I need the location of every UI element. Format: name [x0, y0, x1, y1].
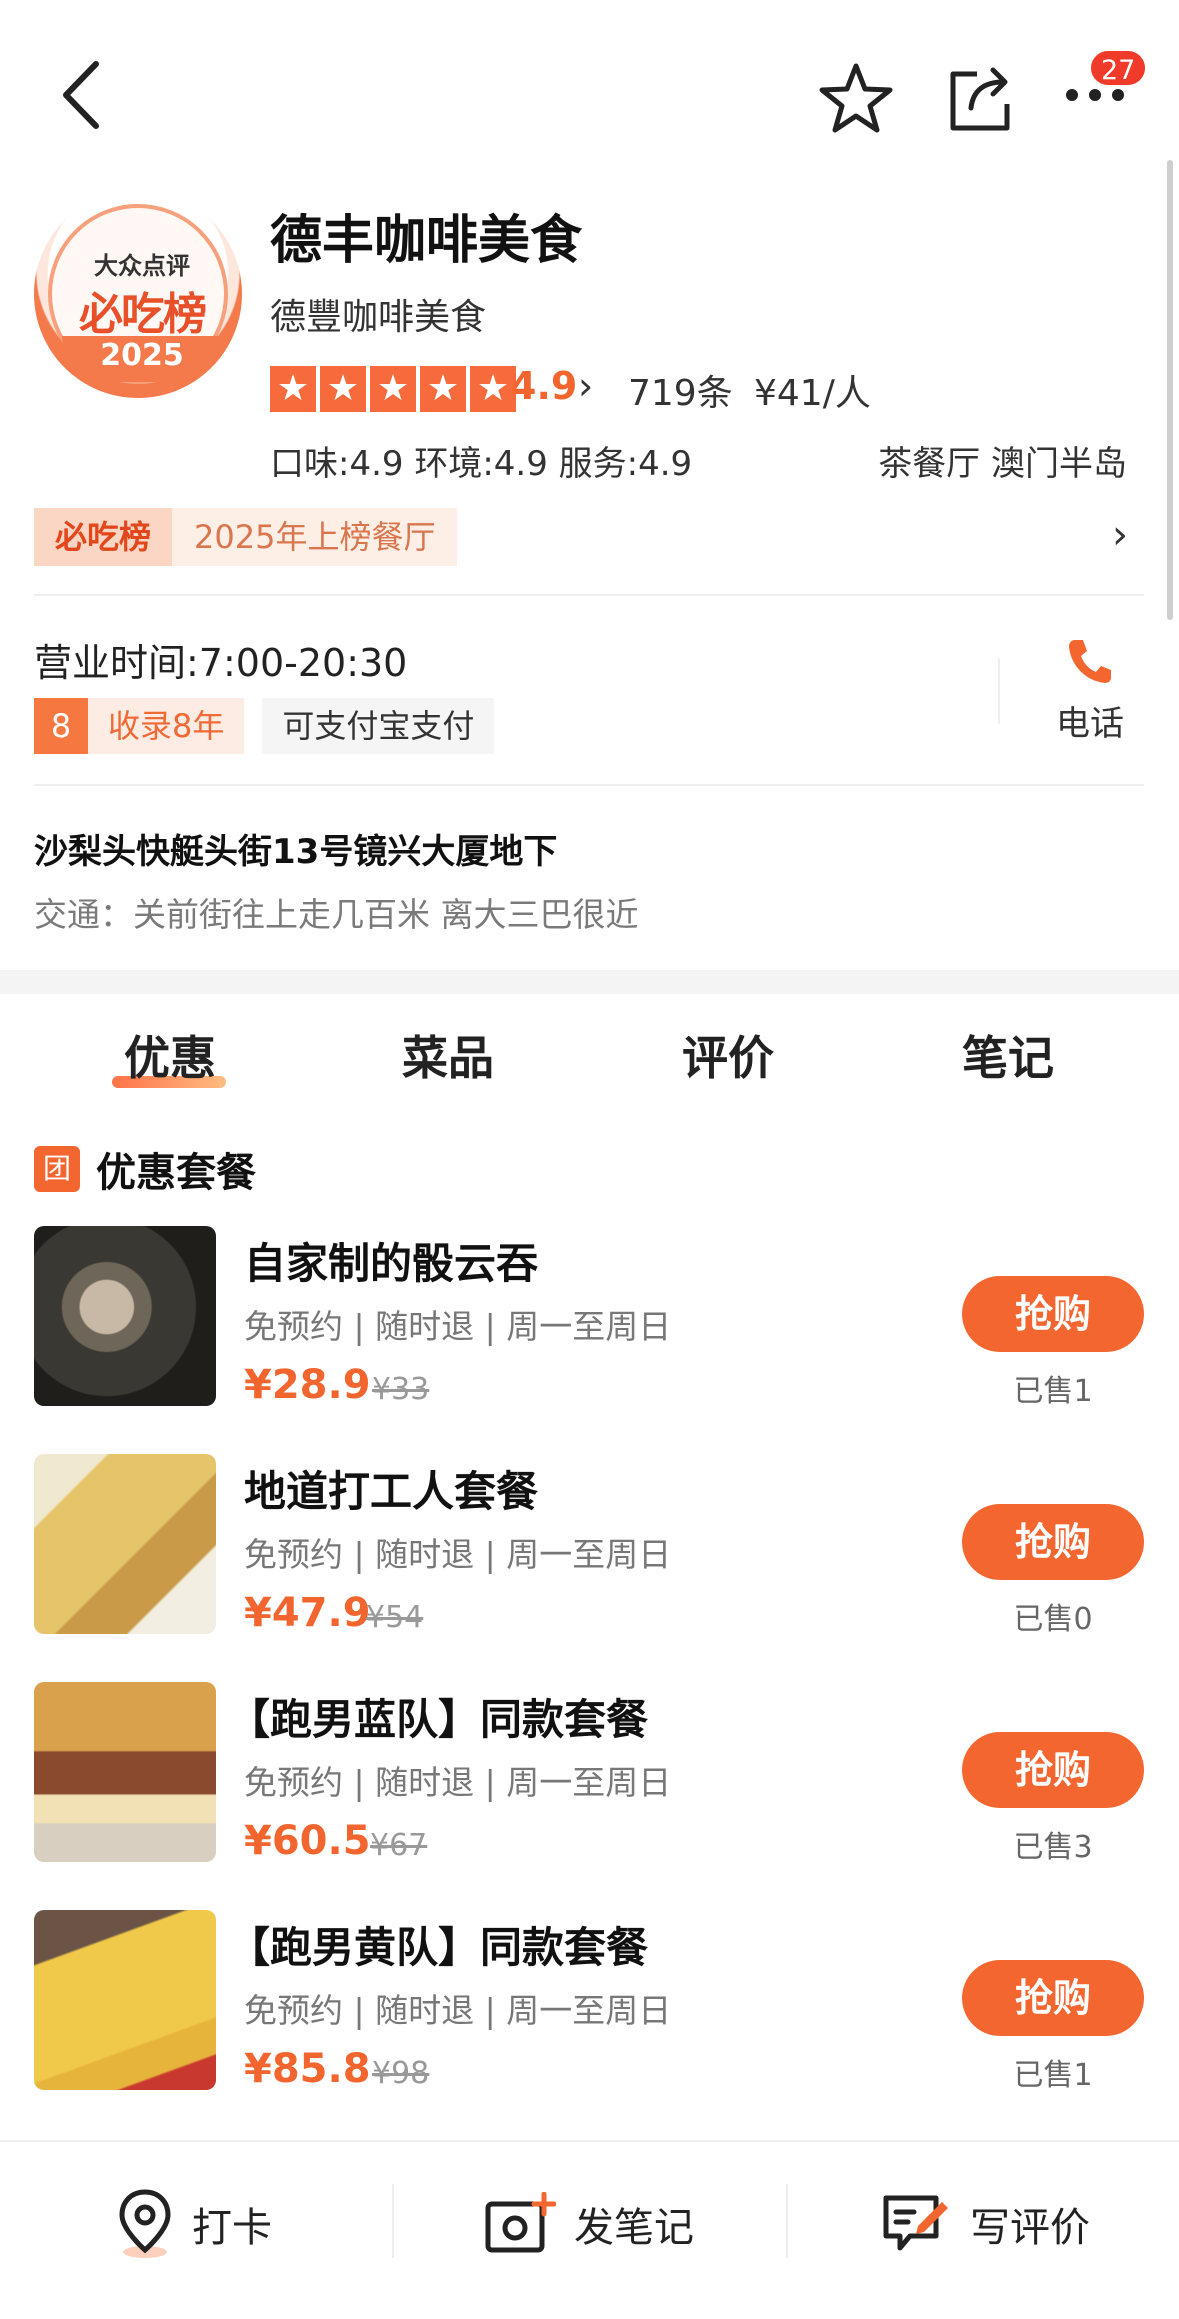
deal-original-price: ¥67 — [370, 1828, 428, 1863]
favorite-button[interactable] — [816, 58, 896, 138]
deal-image — [34, 1454, 216, 1634]
deal-original-price: ¥98 — [372, 2056, 430, 2091]
back-button[interactable] — [40, 50, 120, 140]
write-review-label: 写评价 — [970, 2205, 1090, 2251]
deal-item[interactable]: 【跑男黄队】同款套餐 免预约 | 随时退 | 周一至周日 ¥85.8 ¥98 抢… — [0, 1910, 1179, 2110]
deal-original-price: ¥54 — [366, 1600, 424, 1635]
scrollbar[interactable] — [1167, 160, 1173, 620]
deal-meta: 免预约 | 随时退 | 周一至周日 — [244, 1991, 672, 2030]
checkin-button[interactable]: 打卡 — [116, 2184, 272, 2264]
logo-inner: 大众点评 必吃榜 2025 — [48, 204, 228, 384]
deal-price: ¥60.5 — [244, 1818, 371, 1864]
camera-plus-icon — [485, 2192, 556, 2253]
sub-scores: 口味:4.9 环境:4.9 服务:4.9 — [270, 444, 693, 484]
average-price: ¥41/人 — [754, 373, 871, 414]
deal-original-price: ¥33 — [372, 1372, 430, 1407]
rank-badge: 必吃榜 — [34, 508, 172, 566]
must-eat-rank-banner[interactable]: 必吃榜 2025年上榜餐厅 — [34, 508, 458, 566]
deal-image — [34, 1682, 216, 1862]
deal-price: ¥28.9 — [244, 1362, 371, 1408]
address[interactable]: 沙梨头快艇头街13号镜兴大厦地下 — [34, 824, 557, 873]
buy-button[interactable]: 抢购 — [962, 1504, 1144, 1580]
review-count[interactable]: 719条 — [628, 364, 733, 416]
divider — [392, 2184, 394, 2258]
section-header: 团 优惠套餐 — [34, 1140, 256, 1198]
shop-tags: 8 收录8年 可支付宝支付 — [34, 698, 495, 754]
star-icon: ★ — [420, 366, 466, 412]
divider — [34, 594, 1144, 596]
deal-name: 【跑男黄队】同款套餐 — [228, 1923, 649, 1972]
deal-name: 自家制的骰云吞 — [244, 1239, 539, 1288]
buy-button[interactable]: 抢购 — [962, 1276, 1144, 1352]
star-icon: ★ — [320, 366, 366, 412]
sold-count: 已售3 — [1013, 1830, 1093, 1865]
category-area: 茶餐厅 澳门半岛 — [878, 444, 1127, 484]
top-nav-bar: 27 — [0, 0, 1179, 190]
share-icon — [950, 67, 1010, 131]
alipay-tag: 可支付宝支付 — [262, 698, 495, 754]
deal-meta: 免预约 | 随时退 | 周一至周日 — [244, 1535, 672, 1574]
group-buy-icon: 团 — [34, 1146, 80, 1192]
deal-name: 【跑男蓝队】同款套餐 — [228, 1695, 649, 1744]
tab-deals[interactable]: 优惠 — [70, 1022, 270, 1088]
write-review-icon — [883, 2195, 948, 2251]
years-number: 8 — [34, 698, 88, 754]
business-hours: 营业时间:7:00-20:30 — [34, 641, 408, 685]
rating-stars: ★ ★ ★ ★ ★ — [270, 366, 516, 412]
section-title: 优惠套餐 — [96, 1150, 256, 1196]
shop-name: 德丰咖啡美食 — [270, 211, 583, 271]
years-text: 收录8年 — [88, 698, 245, 754]
logo-brand-text: 大众点评 — [94, 252, 190, 280]
star-outline-icon — [819, 63, 893, 133]
buy-button[interactable]: 抢购 — [962, 1732, 1144, 1808]
post-note-label: 发笔记 — [574, 2205, 694, 2251]
deal-item[interactable]: 【跑男蓝队】同款套餐 免预约 | 随时退 | 周一至周日 ¥60.5 ¥67 抢… — [0, 1682, 1179, 1882]
deal-image — [34, 1910, 216, 2090]
star-icon: ★ — [270, 366, 316, 412]
phone-button[interactable]: 电话 — [1040, 636, 1140, 745]
chevron-left-icon — [63, 61, 99, 129]
checkin-label: 打卡 — [192, 2205, 272, 2251]
share-button[interactable] — [940, 58, 1020, 138]
sold-count: 已售1 — [1013, 2058, 1093, 2093]
section-gap — [0, 970, 1179, 994]
logo-year: 2025 — [62, 336, 222, 382]
deal-name: 地道打工人套餐 — [244, 1467, 539, 1516]
rank-text: 2025年上榜餐厅 — [172, 508, 458, 566]
star-icon: ★ — [370, 366, 416, 412]
bottom-action-bar: 打卡 发笔记 写评价 — [0, 2140, 1179, 2319]
sold-count: 已售0 — [1013, 1602, 1093, 1637]
must-eat-list-logo: 大众点评 必吃榜 2025 — [34, 190, 242, 398]
deal-price: ¥47.9 — [244, 1590, 371, 1636]
deal-meta: 免预约 | 随时退 | 周一至周日 — [244, 1307, 672, 1346]
buy-button[interactable]: 抢购 — [962, 1960, 1144, 2036]
divider — [34, 784, 1144, 786]
tab-notes[interactable]: 笔记 — [908, 1022, 1108, 1088]
chevron-right-icon[interactable]: › — [578, 364, 593, 408]
tab-dishes[interactable]: 菜品 — [348, 1022, 548, 1088]
location-pin-icon — [119, 2189, 171, 2258]
write-review-button[interactable]: 写评价 — [880, 2184, 1090, 2264]
deal-meta: 免预约 | 随时退 | 周一至周日 — [244, 1763, 672, 1802]
tab-reviews[interactable]: 评价 — [628, 1022, 828, 1088]
logo-title-text: 必吃榜 — [79, 289, 207, 340]
phone-icon — [1069, 640, 1111, 683]
years-listed-tag: 8 收录8年 — [34, 698, 245, 754]
rating-score[interactable]: 4.9 — [510, 364, 577, 408]
shop-alt-name: 德豐咖啡美食 — [270, 297, 487, 338]
traffic-info: 交通：关前街往上走几百米 离大三巴很近 — [34, 895, 639, 934]
post-note-button[interactable]: 发笔记 — [484, 2184, 694, 2264]
deal-item[interactable]: 自家制的骰云吞 免预约 | 随时退 | 周一至周日 ¥28.9 ¥33 抢购 已… — [0, 1226, 1179, 1426]
divider — [786, 2184, 788, 2258]
chevron-right-icon[interactable]: › — [1112, 512, 1128, 558]
sold-count: 已售1 — [1013, 1374, 1093, 1409]
deal-image — [34, 1226, 216, 1406]
deal-item[interactable]: 地道打工人套餐 免预约 | 随时退 | 周一至周日 ¥47.9 ¥54 抢购 已… — [0, 1454, 1179, 1654]
notification-badge: 27 — [1088, 48, 1149, 88]
phone-label: 电话 — [1056, 704, 1124, 744]
divider — [998, 658, 1000, 724]
deal-price: ¥85.8 — [244, 2046, 371, 2092]
